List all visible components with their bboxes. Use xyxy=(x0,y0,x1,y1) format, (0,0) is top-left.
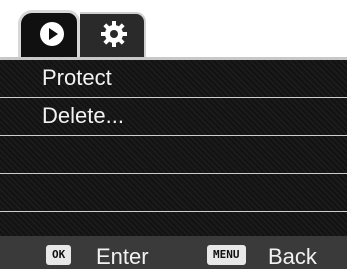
play-icon xyxy=(40,22,64,46)
menu-item-empty xyxy=(0,136,347,174)
button-hint-bar: OK Enter MENU Back xyxy=(0,236,347,269)
gear-icon xyxy=(101,21,127,47)
ok-key-badge: OK xyxy=(46,245,72,265)
tab-settings[interactable] xyxy=(80,12,146,57)
camera-menu-screen: Protect Delete... OK Enter MENU Back xyxy=(0,0,347,269)
menu-item-empty xyxy=(0,174,347,212)
menu-item-protect[interactable]: Protect xyxy=(0,60,347,98)
menu-panel: Protect Delete... xyxy=(0,57,347,236)
tab-bar xyxy=(0,0,347,57)
menu-key-badge: MENU xyxy=(207,245,246,265)
tab-playback[interactable] xyxy=(18,10,80,57)
menu-item-delete[interactable]: Delete... xyxy=(0,98,347,136)
enter-hint: Enter xyxy=(96,244,149,269)
menu-item-label: Delete... xyxy=(42,103,124,128)
back-hint: Back xyxy=(268,244,317,269)
menu-item-label: Protect xyxy=(42,65,112,90)
